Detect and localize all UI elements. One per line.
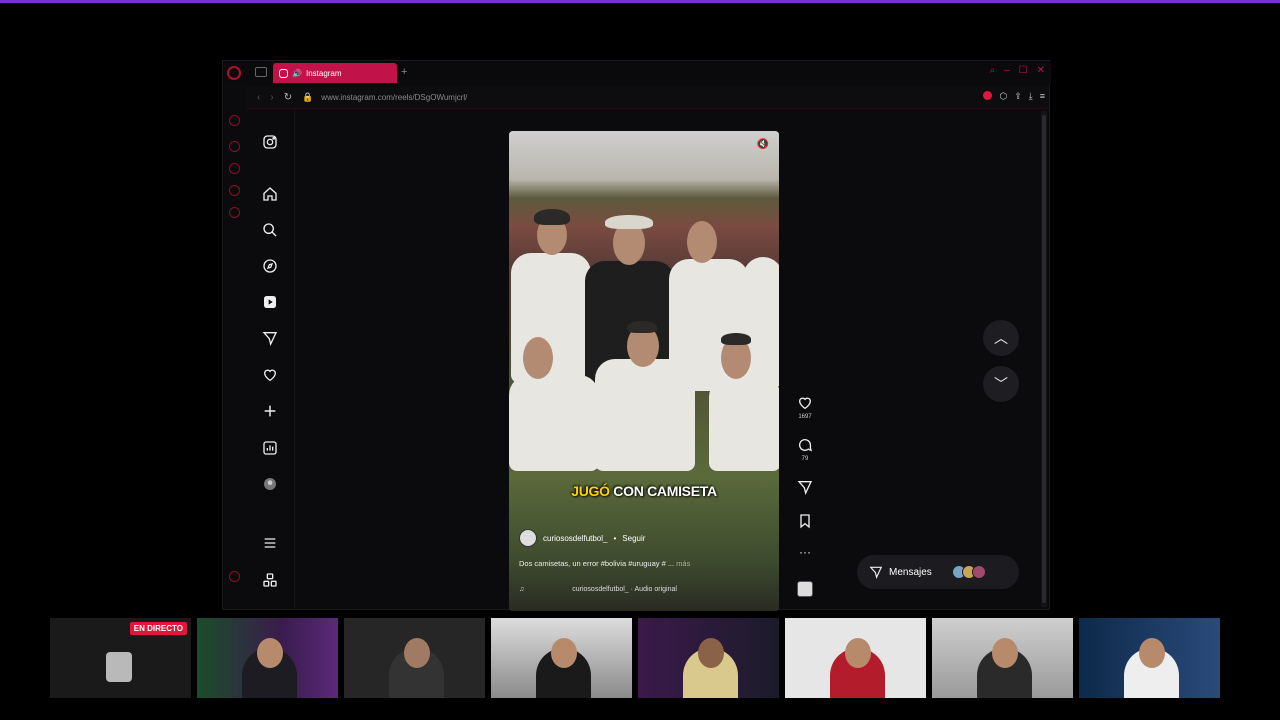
- reel-caption-overlay: JUGÓ CON CAMISETA: [509, 483, 779, 499]
- address-bar: ‹ › ↻ 🔒 www.instagram.com/reels/DSgOWumj…: [247, 87, 1049, 109]
- maximize-icon[interactable]: ☐: [1019, 65, 1028, 76]
- audio-toggle-icon[interactable]: 🔇: [757, 139, 769, 150]
- scrollbar-thumb[interactable]: [1042, 115, 1046, 603]
- minimize-icon[interactable]: –: [1004, 65, 1010, 76]
- opera-sidebar-heart-icon[interactable]: [229, 163, 240, 174]
- message-avatars: [951, 565, 986, 579]
- browser-window: 🔊 Instagram + ⌕ – ☐ ✕ ‹ › ↻ 🔒 www.instag…: [222, 60, 1051, 611]
- messages-button[interactable]: Mensajes: [857, 555, 1019, 589]
- author-username[interactable]: curiososdelfutbol_: [543, 534, 607, 543]
- tab-instagram[interactable]: 🔊 Instagram: [273, 63, 397, 83]
- next-reel-button[interactable]: ﹀: [983, 366, 1019, 402]
- page-scrollbar[interactable]: [1041, 111, 1047, 607]
- recording-icon[interactable]: [983, 91, 993, 100]
- comment-icon: [799, 439, 812, 452]
- author-avatar[interactable]: [519, 529, 537, 547]
- webcam-8: [1079, 618, 1220, 698]
- like-count: 1697: [798, 414, 812, 420]
- extensions-icon[interactable]: ⬡: [999, 91, 1007, 102]
- search-icon[interactable]: [261, 221, 279, 239]
- comment-button[interactable]: 79: [795, 437, 815, 462]
- opera-sidebar-player-icon[interactable]: [229, 141, 240, 152]
- also-from-meta-icon[interactable]: [261, 571, 279, 589]
- more-link[interactable]: más: [676, 559, 690, 568]
- tab-title: Instagram: [305, 68, 342, 78]
- lock-icon[interactable]: 🔒: [302, 92, 313, 103]
- notifications-heart-icon[interactable]: [261, 366, 279, 384]
- reel-audio[interactable]: ♫ curiososdelfutbol_ · Audio original: [519, 586, 769, 593]
- opera-logo-icon[interactable]: [227, 66, 241, 80]
- bookmark-icon: [800, 514, 810, 529]
- instagram-sidebar: [247, 109, 295, 609]
- follow-button[interactable]: Seguir: [622, 534, 645, 543]
- reels-icon[interactable]: [261, 293, 279, 311]
- create-plus-icon[interactable]: [261, 402, 279, 420]
- menu-icon[interactable]: ≡: [1040, 91, 1045, 102]
- caption-highlight: JUGÓ: [571, 483, 610, 499]
- messages-icon: [869, 566, 883, 579]
- explore-icon[interactable]: [261, 257, 279, 275]
- new-tab-button[interactable]: +: [401, 66, 407, 78]
- dashboard-icon[interactable]: [261, 439, 279, 457]
- opera-sidebar-more-icon[interactable]: [229, 571, 240, 582]
- save-button[interactable]: [795, 513, 815, 534]
- stream-top-border: [0, 0, 1280, 3]
- heart-icon: [798, 397, 812, 410]
- share-icon[interactable]: ⇪: [1014, 91, 1022, 102]
- tab-bar: 🔊 Instagram + ⌕ – ☐ ✕: [223, 61, 1051, 85]
- close-icon[interactable]: ✕: [1037, 65, 1045, 76]
- webcam-2: [197, 618, 338, 698]
- webcam-3: [344, 618, 485, 698]
- direct-messages-icon[interactable]: [261, 329, 279, 347]
- reel-author: curiososdelfutbol_ • Seguir: [519, 529, 645, 547]
- opera-sidebar: [223, 109, 247, 609]
- instagram-logo-icon[interactable]: [261, 133, 279, 151]
- share-button[interactable]: [795, 479, 815, 500]
- chevron-down-icon: ﹀: [994, 376, 1008, 392]
- more-options-icon[interactable]: ···: [795, 545, 815, 559]
- reel-description: Dos camisetas, un error #bolivia #urugua…: [519, 559, 690, 568]
- music-note-icon: ♫: [519, 586, 525, 593]
- workspaces-icon[interactable]: [255, 67, 267, 77]
- webcam-4: [491, 618, 632, 698]
- chevron-up-icon: ︿: [994, 330, 1008, 346]
- url-field[interactable]: www.instagram.com/reels/DSgOWumjcrl/: [321, 93, 467, 102]
- audio-title[interactable]: curiososdelfutbol_ · Audio original: [572, 586, 677, 593]
- reel-video[interactable]: 🔇 JUGÓ CON CAMISETA curiososdelfutbol_ •…: [509, 131, 779, 611]
- search-tabs-icon[interactable]: ⌕: [989, 65, 995, 76]
- instagram-favicon-icon: [279, 68, 288, 78]
- webcam-1: EN DIRECTO: [50, 618, 191, 698]
- profile-avatar-icon[interactable]: [261, 475, 279, 493]
- like-button[interactable]: 1697: [795, 395, 815, 420]
- messages-label: Mensajes: [889, 566, 932, 578]
- webcam-6: [785, 618, 926, 698]
- forward-icon[interactable]: ›: [270, 92, 273, 103]
- live-badge: EN DIRECTO: [129, 622, 187, 635]
- description-text: Dos camisetas, un error #bolivia #urugua…: [519, 559, 675, 568]
- opera-sidebar-home-icon[interactable]: [229, 115, 240, 126]
- home-icon[interactable]: [261, 185, 279, 203]
- back-icon[interactable]: ‹: [257, 92, 260, 103]
- reload-icon[interactable]: ↻: [284, 92, 292, 103]
- opera-sidebar-history-icon[interactable]: [229, 185, 240, 196]
- extensions-area: ⬡ ⇪ ⤓ ≡: [983, 91, 1045, 102]
- opera-sidebar-settings-icon[interactable]: [229, 207, 240, 218]
- webcam-7: [932, 618, 1073, 698]
- speaker-icon[interactable]: 🔊: [292, 69, 302, 78]
- caption-rest: CON CAMISETA: [609, 483, 717, 499]
- webcam-5: [638, 618, 779, 698]
- previous-reel-button[interactable]: ︿: [983, 320, 1019, 356]
- share-paper-plane-icon: [797, 481, 813, 495]
- download-icon[interactable]: ⤓: [1029, 91, 1033, 102]
- audio-thumbnail[interactable]: [797, 581, 813, 597]
- window-controls: ⌕ – ☐ ✕: [989, 65, 1045, 76]
- separator-dot: •: [613, 533, 617, 543]
- comment-count: 79: [801, 456, 809, 462]
- more-menu-icon[interactable]: [261, 534, 279, 552]
